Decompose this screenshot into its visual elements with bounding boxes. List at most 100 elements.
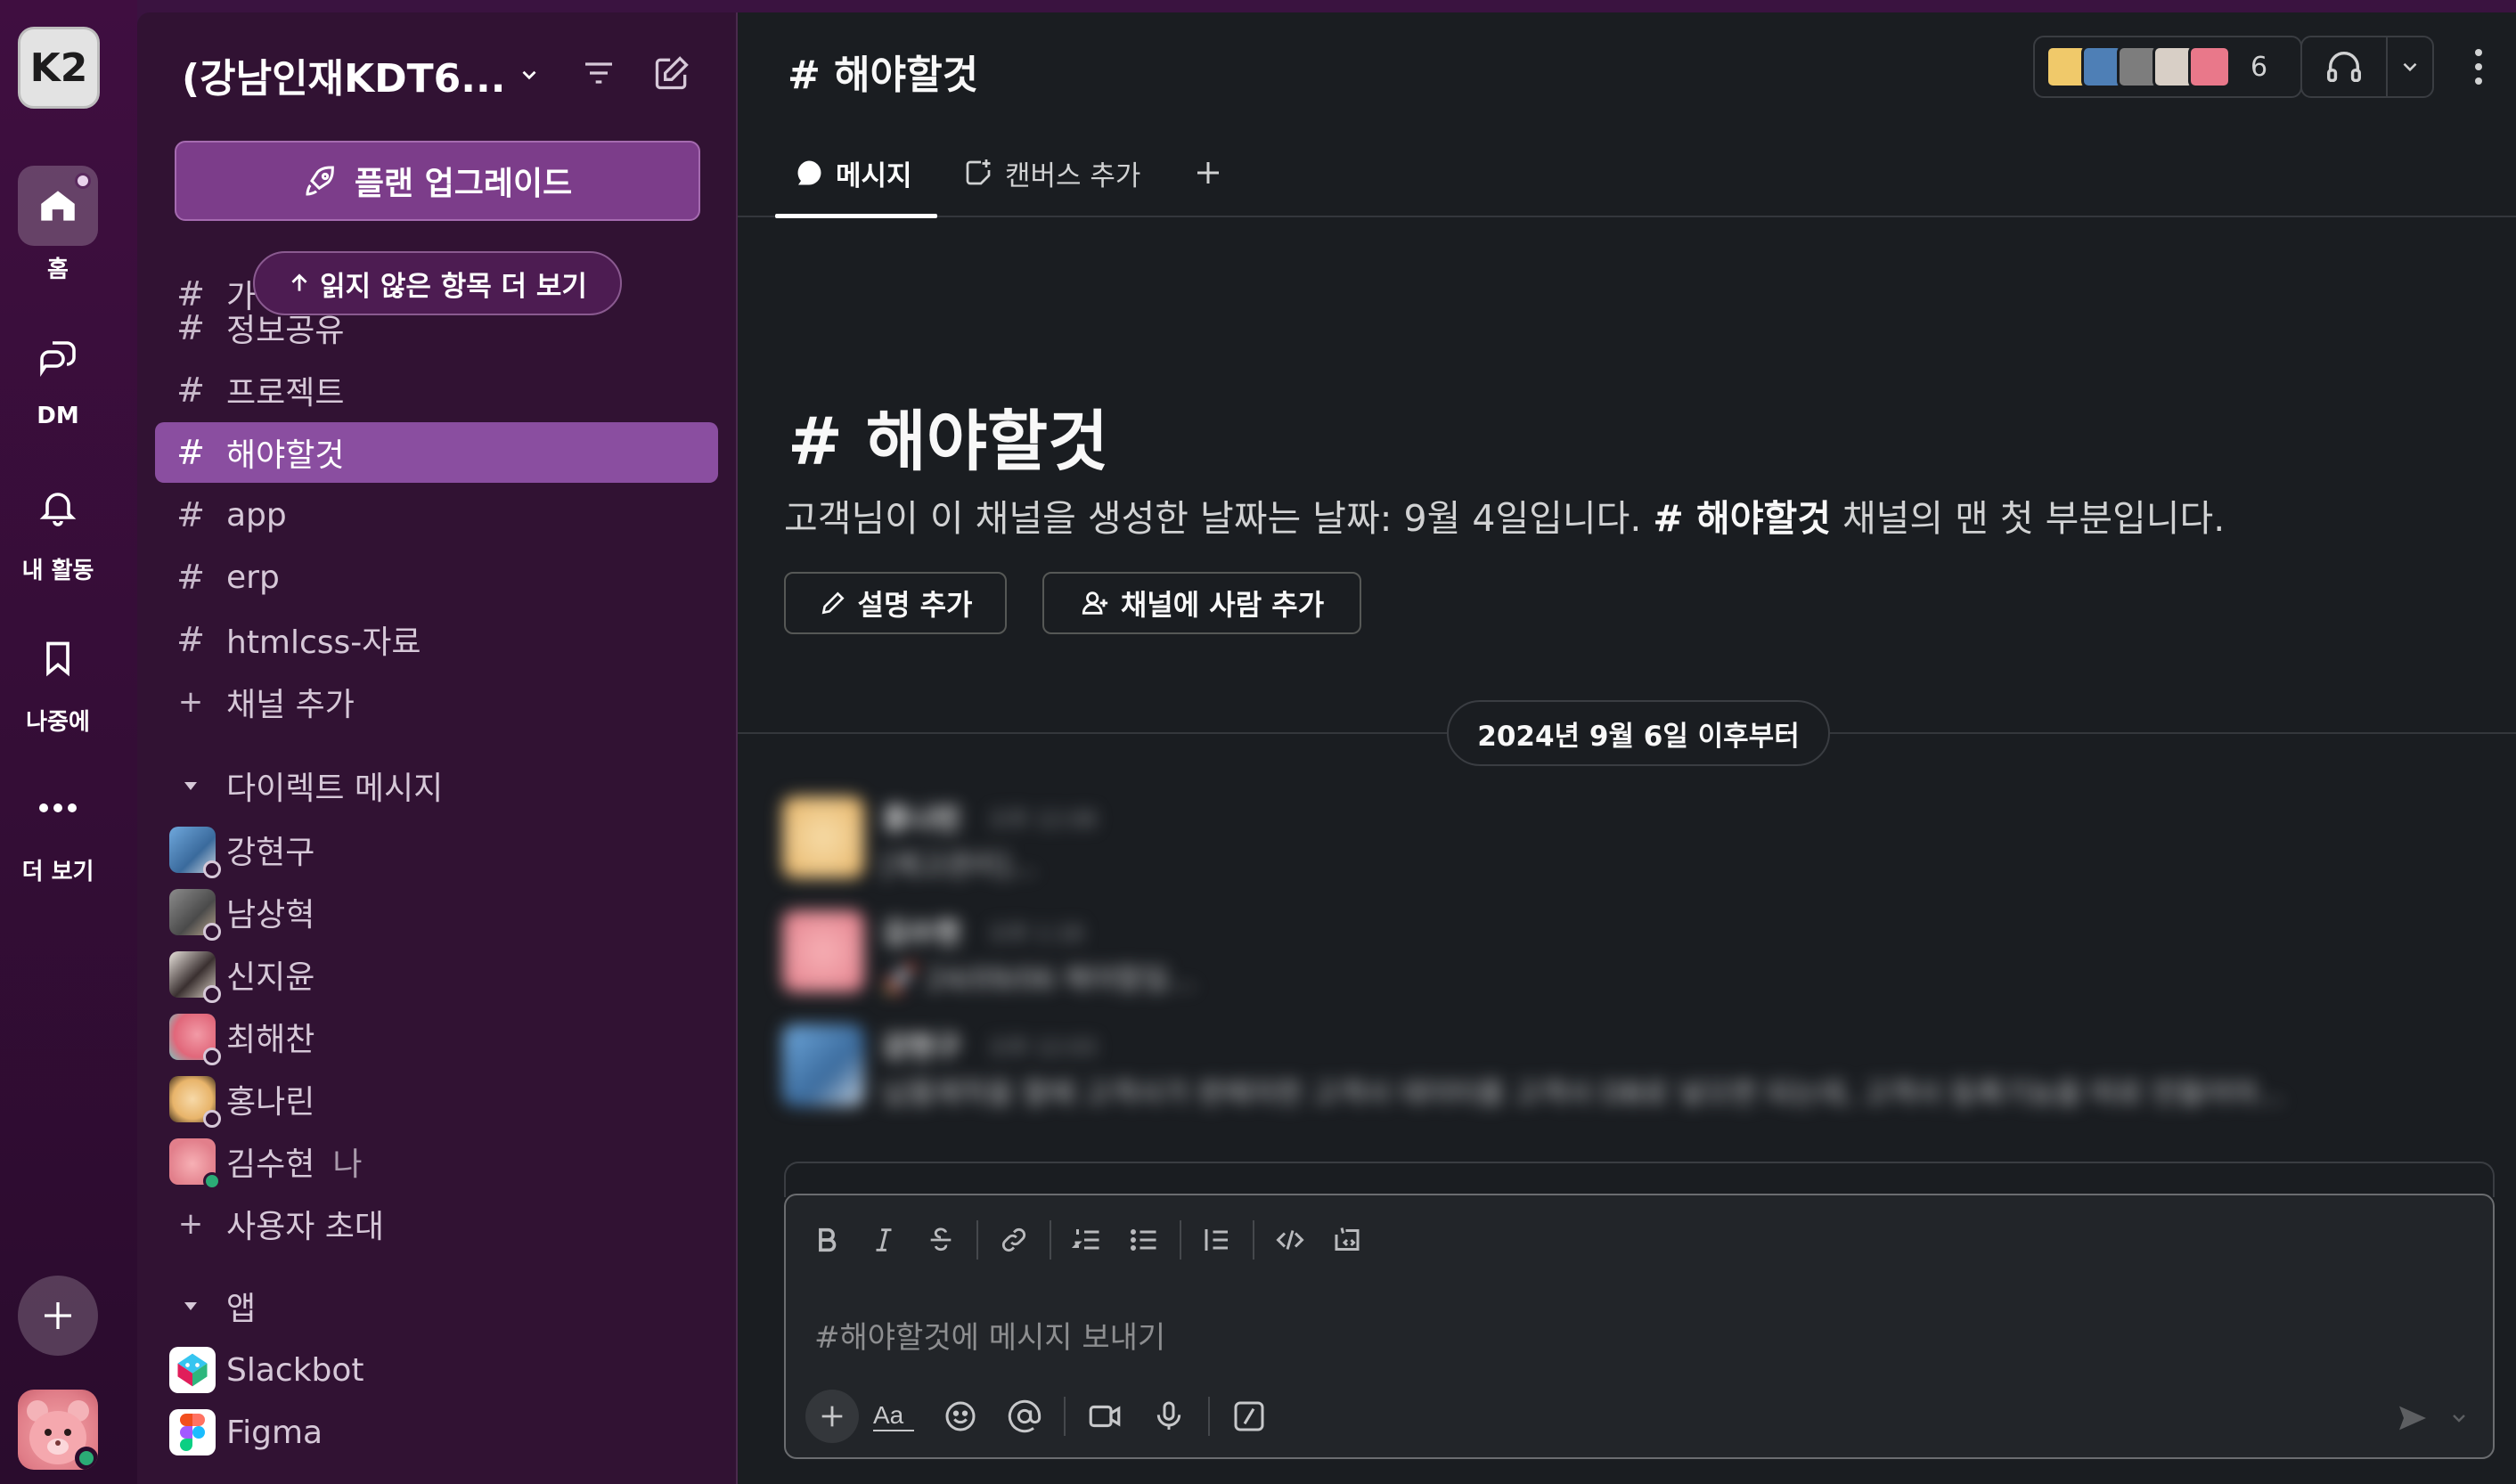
rail-label: 내 활동 (21, 558, 94, 584)
video-clip-button[interactable] (1073, 1384, 1137, 1448)
add-people-label: 채널에 사람 추가 (1120, 588, 1325, 622)
user-avatar[interactable] (18, 1390, 98, 1470)
blockquote-button[interactable] (1189, 1211, 1246, 1268)
bookmark-icon (18, 618, 98, 698)
send-controls (2395, 1390, 2470, 1447)
chevron-down-icon (522, 70, 536, 80)
avatar (169, 1076, 221, 1128)
arrow-up-icon (291, 273, 307, 291)
hash-icon: # (176, 495, 205, 534)
code-icon (1276, 1230, 1304, 1250)
strikethrough-button[interactable] (912, 1211, 969, 1268)
more-unreads-button[interactable]: 읽지 않은 항목 더 보기 (253, 251, 622, 315)
rocket-icon (306, 166, 334, 196)
sidebar-item-dm[interactable]: 신지윤 (155, 944, 718, 1005)
add-description-button[interactable]: 설명 추가 (784, 572, 1007, 634)
sidebar-item-dm[interactable]: 강현구 (155, 819, 718, 880)
shortcuts-button[interactable] (1217, 1384, 1281, 1448)
upgrade-plan-button[interactable]: 플랜 업그레이드 (175, 141, 700, 221)
bell-icon (18, 467, 98, 547)
rail-more[interactable]: 더 보기 (0, 768, 116, 886)
channel-name: erp (226, 559, 280, 596)
more-unreads-label: 읽지 않은 항목 더 보기 (320, 270, 587, 303)
add-description-label: 설명 추가 (857, 588, 973, 622)
tab-add-canvas[interactable]: 캔버스 추가 (962, 148, 1140, 198)
channel-intro-description: 고객님이 이 채널을 생성한 날짜는 날짜: 9월 4일입니다. # 해야할것 … (784, 488, 2225, 542)
sidebar-item-channel[interactable]: # htmlcss-자료 (155, 609, 718, 670)
message-composer: #해야할것에 메시지 보내기 Aa (784, 1194, 2495, 1459)
ordered-list-icon (1071, 1229, 1099, 1250)
intro-desc-prefix: 고객님이 이 채널을 생성한 날짜는 날짜: 9월 4일입니다. (784, 497, 1654, 540)
dm-name: 김수현 (226, 1146, 315, 1183)
message-text: 🚀 24/09/06 해야할일... (882, 962, 1197, 996)
sidebar-item-dm[interactable]: 홍나린 (155, 1069, 718, 1129)
intro-channel-link[interactable]: # 해야할것 (1653, 497, 1831, 540)
sidebar-item-channel-active[interactable]: # 해야할것 (155, 422, 718, 483)
message-input[interactable]: #해야할것에 메시지 보내기 (814, 1313, 1165, 1357)
invite-user-button[interactable]: + 사용자 초대 (155, 1194, 718, 1254)
rail-label: 홈 (47, 257, 69, 283)
tab-messages[interactable]: 메시지 (793, 148, 912, 198)
tab-label: 캔버스 추가 (1005, 159, 1141, 192)
upgrade-plan-label: 플랜 업그레이드 (354, 166, 573, 202)
send-button[interactable] (2395, 1400, 2430, 1436)
attach-button[interactable] (805, 1390, 859, 1443)
filter-button[interactable] (574, 48, 624, 98)
huddle-control (2300, 36, 2434, 98)
date-divider[interactable]: 2024년 9월 6일 이후부터 (1447, 700, 1830, 766)
add-channel-button[interactable]: + 채널 추가 (155, 672, 718, 732)
workspace-switcher[interactable]: K2 (18, 27, 100, 109)
sidebar-item-app[interactable]: Slackbot (155, 1340, 718, 1400)
workspace-name-button[interactable]: (강남인재KDT6... (182, 46, 541, 103)
rail-activity[interactable]: 내 활동 (0, 467, 116, 585)
italic-icon (876, 1228, 892, 1252)
rail-home[interactable]: 홈 (0, 166, 116, 284)
headphones-icon (2327, 52, 2361, 83)
at-sign-icon (1008, 1399, 1042, 1433)
huddle-options-button[interactable] (2388, 55, 2432, 78)
chevron-down-icon (2453, 1415, 2465, 1423)
sidebar-item-app[interactable]: Figma (155, 1402, 718, 1463)
pencil-icon (821, 591, 845, 615)
emoji-button[interactable] (928, 1384, 993, 1448)
italic-button[interactable] (855, 1211, 912, 1268)
channel-menu-button[interactable] (2461, 39, 2496, 94)
sidebar-item-channel[interactable]: # erp (155, 547, 718, 607)
compose-button[interactable] (647, 48, 697, 98)
channel-members-button[interactable]: 6 (2033, 36, 2302, 98)
rail-dm[interactable]: DM (0, 317, 116, 429)
channel-title-button[interactable]: # 해야할것 (788, 43, 978, 100)
bold-button[interactable] (798, 1211, 855, 1268)
rail-later[interactable]: 나중에 (0, 618, 116, 737)
toolbar-separator (1253, 1220, 1254, 1260)
workspace-name: (강남인재KDT6... (182, 56, 506, 102)
sidebar-item-dm[interactable]: 남상혁 (155, 882, 718, 942)
schedule-send-button[interactable] (2448, 1407, 2470, 1429)
code-block-button[interactable] (1319, 1211, 1376, 1268)
text-format-button[interactable]: Aa (864, 1384, 928, 1448)
message-item[interactable]: 홍나린 오후 12:08 [제고관리]... (782, 796, 2475, 894)
audio-clip-button[interactable] (1137, 1384, 1201, 1448)
message-item[interactable]: 김수현 오후 1:18 🚀 24/09/06 해야할일... (782, 910, 2475, 1008)
dm-section-header[interactable]: 다이렉트 메시지 (155, 759, 718, 812)
microphone-icon (1156, 1401, 1181, 1430)
bullet-list-button[interactable] (1115, 1211, 1172, 1268)
message-item[interactable]: 강현구 오후 12:03 납품제작을 할때 고객사가 판매자한 고객사 데이터를… (782, 1024, 2475, 1122)
add-people-button[interactable]: 채널에 사람 추가 (1042, 572, 1361, 634)
link-button[interactable] (985, 1211, 1042, 1268)
add-workspace-button[interactable] (18, 1276, 98, 1356)
sidebar-item-dm-self[interactable]: 김수현 나 (155, 1131, 718, 1192)
plus-icon (1197, 162, 1219, 183)
add-tab-button[interactable] (1192, 148, 1224, 198)
sidebar-item-channel[interactable]: # app (155, 485, 718, 545)
avatar (782, 910, 864, 992)
message-text: 납품제작을 할때 고객사가 판매자한 고객사 데이터를 고객사 DB로 넣으면 … (882, 1076, 2284, 1110)
apps-section-header[interactable]: 앱 (155, 1279, 718, 1333)
sidebar-item-dm[interactable]: 최해찬 (155, 1007, 718, 1067)
mention-button[interactable] (993, 1384, 1057, 1448)
sidebar-item-channel[interactable]: # 프로젝트 (155, 360, 718, 420)
ordered-list-button[interactable] (1058, 1211, 1115, 1268)
message-author: 홍나린 (882, 802, 961, 836)
huddle-button[interactable] (2302, 37, 2388, 96)
code-button[interactable] (1262, 1211, 1319, 1268)
